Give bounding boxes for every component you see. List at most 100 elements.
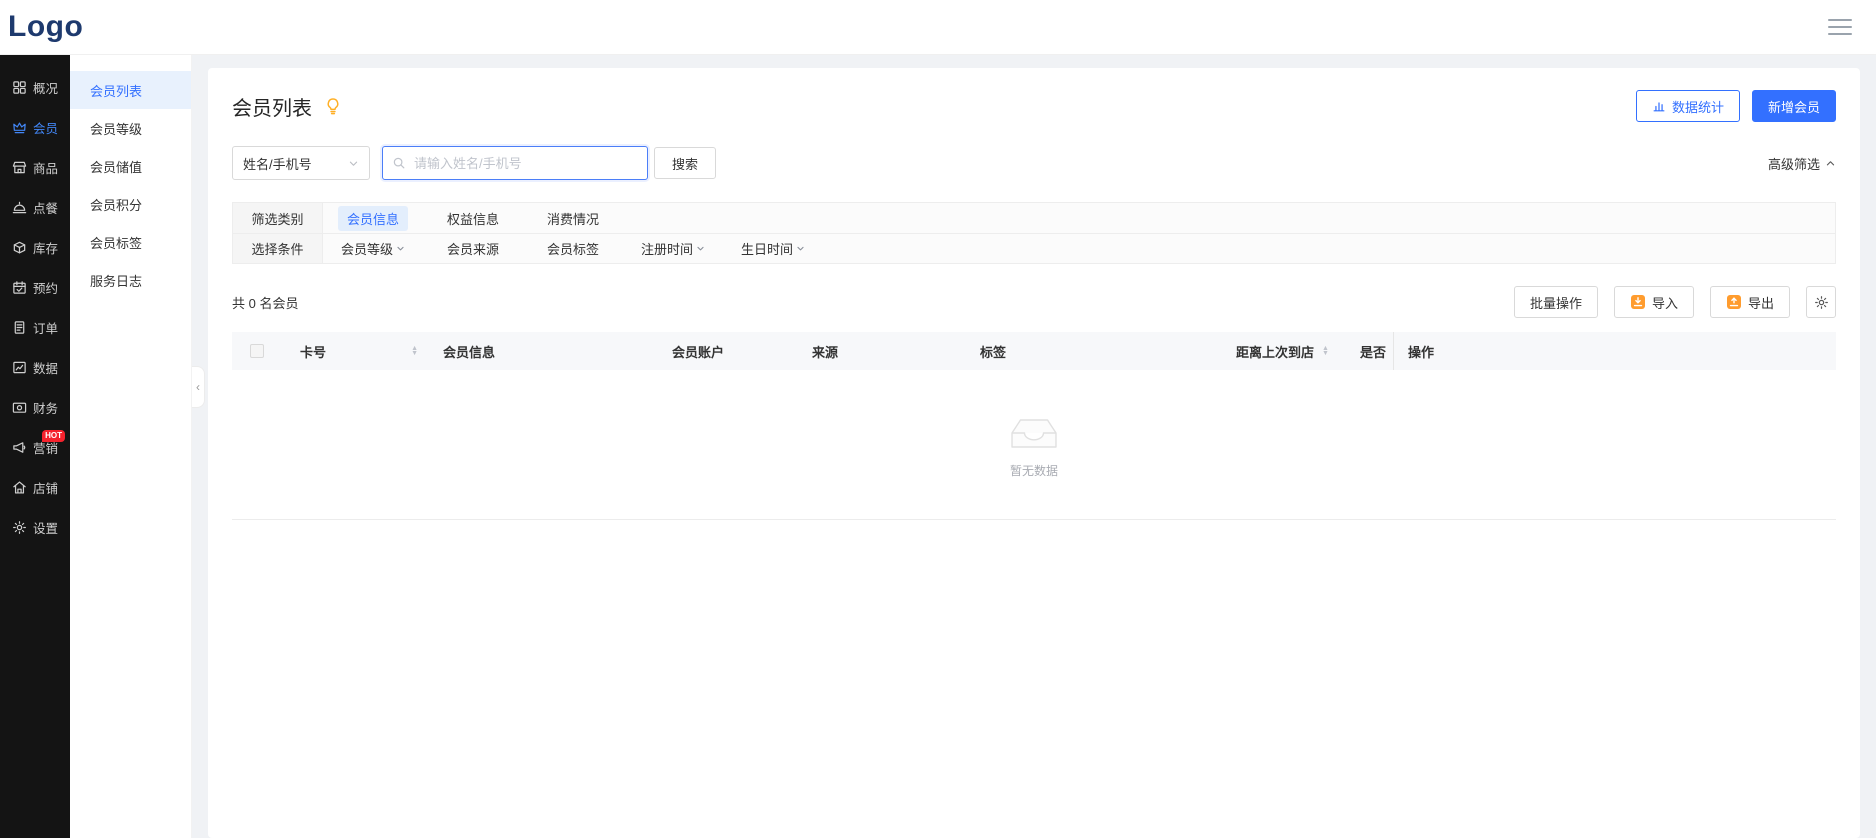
export-button[interactable]: 导出 [1710,286,1790,318]
submenu-item-member-points[interactable]: 会员积分 [70,185,191,223]
filter-condition-birthday-time[interactable]: 生日时间 [723,234,823,263]
column-member-info-label: 会员信息 [443,342,495,361]
submenu-item-member-level[interactable]: 会员等级 [70,109,191,147]
primary-sidebar: 概况 会员 商品 点餐 库存 预约 订单 数据 财务 营销 HOT 店铺 [0,55,70,838]
select-all-checkbox[interactable] [250,344,264,358]
store-icon [12,480,27,495]
column-truncated: 是否 [1345,332,1393,370]
table-header-row: 卡号 ▲▼ 会员信息 会员账户 来源 标签 距离上次到店 ▲▼ 是否 [232,332,1836,370]
column-settings-button[interactable] [1806,286,1836,318]
batch-actions-label: 批量操作 [1530,293,1582,312]
filter-condition-member-level-label: 会员等级 [341,239,393,258]
marketing-icon [12,440,27,455]
empty-state: 暂无数据 [232,370,1836,520]
column-truncated-label: 是否 [1360,342,1386,361]
filter-category-row: 筛选类别 会员信息 权益信息 消费情况 [233,203,1835,233]
search-input[interactable] [412,155,638,172]
submenu-item-member-list[interactable]: 会员列表 [70,71,191,109]
sidebar-item-inventory[interactable]: 库存 [0,227,70,267]
column-tags-label: 标签 [980,342,1006,361]
add-member-button-label: 新增会员 [1768,97,1820,116]
chart-icon [12,360,27,375]
filter-condition-register-time-label: 注册时间 [641,239,693,258]
column-source-label: 来源 [812,342,838,361]
sidebar-item-reservation[interactable]: 预约 [0,267,70,307]
column-actions-label: 操作 [1408,342,1434,361]
member-count: 共 0 名会员 [232,293,298,312]
column-member-account-label: 会员账户 [672,342,724,361]
column-last-visit: 距离上次到店 ▲▼ [1221,332,1345,370]
sidebar-item-finance[interactable]: 财务 [0,387,70,427]
import-button[interactable]: 导入 [1614,286,1694,318]
search-field-value: 姓名/手机号 [243,154,312,173]
meal-icon [12,200,27,215]
chevron-down-icon [348,158,359,169]
sidebar-item-label: 库存 [33,238,58,257]
column-last-visit-label: 距离上次到店 [1236,342,1314,361]
filter-tab-member-info[interactable]: 会员信息 [323,203,423,233]
empty-box-icon [1005,411,1063,453]
chevron-down-icon [796,244,805,253]
calendar-icon [12,280,27,295]
column-card-number-label: 卡号 [300,342,326,361]
member-list-card: 会员列表 数据统计 新增会员 姓名/手机号 [208,68,1860,838]
sidebar-item-label: 财务 [33,398,58,417]
title-row: 会员列表 数据统计 新增会员 [232,90,1836,122]
hot-badge: HOT [42,430,65,442]
count-row: 共 0 名会员 批量操作 导入 导出 [232,286,1836,318]
filter-condition-member-source-label: 会员来源 [447,239,499,258]
advanced-filter-toggle[interactable]: 高级筛选 [1768,154,1836,173]
sort-icon[interactable]: ▲▼ [1322,346,1329,356]
sidebar-item-label: 点餐 [33,198,58,217]
filter-condition-register-time[interactable]: 注册时间 [623,234,723,263]
batch-actions-button[interactable]: 批量操作 [1514,286,1598,318]
search-row: 姓名/手机号 搜索 高级筛选 [232,146,1836,180]
export-icon [1726,294,1742,310]
filter-condition-member-source[interactable]: 会员来源 [423,234,523,263]
sidebar-item-orders[interactable]: 订单 [0,307,70,347]
sidebar-item-data[interactable]: 数据 [0,347,70,387]
filter-tab-consumption[interactable]: 消费情况 [523,203,623,233]
secondary-sidebar: 会员列表 会员等级 会员储值 会员积分 会员标签 服务日志 [70,55,192,838]
search-button[interactable]: 搜索 [654,147,716,179]
add-member-button[interactable]: 新增会员 [1752,90,1836,122]
sidebar-item-members[interactable]: 会员 [0,107,70,147]
advanced-filter-label: 高级筛选 [1768,154,1820,173]
filter-tab-rights-info[interactable]: 权益信息 [423,203,523,233]
import-button-label: 导入 [1652,293,1678,312]
filter-condition-label: 选择条件 [233,234,323,263]
sidebar-item-overview[interactable]: 概况 [0,67,70,107]
filter-condition-row: 选择条件 会员等级 会员来源 会员标签 注册时间 生日时间 [233,233,1835,263]
sidebar-item-ordering[interactable]: 点餐 [0,187,70,227]
filter-tab-member-info-label: 会员信息 [338,206,408,231]
sidebar-item-marketing[interactable]: 营销 HOT [0,427,70,467]
submenu-item-service-log[interactable]: 服务日志 [70,261,191,299]
filter-panel: 筛选类别 会员信息 权益信息 消费情况 选择条件 会员等级 会员来源 [232,202,1836,264]
stats-button[interactable]: 数据统计 [1636,90,1740,122]
filter-condition-birthday-time-label: 生日时间 [741,239,793,258]
filter-condition-member-level[interactable]: 会员等级 [323,234,423,263]
sidebar-item-label: 会员 [33,118,58,137]
chevron-down-icon [696,244,705,253]
sidebar-item-settings[interactable]: 设置 [0,507,70,547]
filter-condition-member-tag[interactable]: 会员标签 [523,234,623,263]
sidebar-collapse-handle[interactable]: ‹ [192,366,205,408]
search-field-select[interactable]: 姓名/手机号 [232,146,370,180]
sidebar-item-label: 概况 [33,78,58,97]
empty-state-text: 暂无数据 [1010,462,1058,479]
table-toolbar: 批量操作 导入 导出 [1514,286,1836,318]
sidebar-item-store[interactable]: 店铺 [0,467,70,507]
hamburger-icon[interactable] [1824,15,1856,39]
sidebar-item-products[interactable]: 商品 [0,147,70,187]
sidebar-item-label: 数据 [33,358,58,377]
submenu-item-member-tags[interactable]: 会员标签 [70,223,191,261]
stats-button-label: 数据统计 [1672,97,1724,116]
page-title: 会员列表 [232,92,312,121]
submenu-item-member-stored-value[interactable]: 会员储值 [70,147,191,185]
settings-icon [12,520,27,535]
filter-tab-consumption-label: 消费情况 [547,209,599,228]
lightbulb-icon[interactable] [324,97,342,115]
chevron-down-icon [396,244,405,253]
search-input-wrap [382,146,648,180]
sort-icon[interactable]: ▲▼ [411,346,418,356]
